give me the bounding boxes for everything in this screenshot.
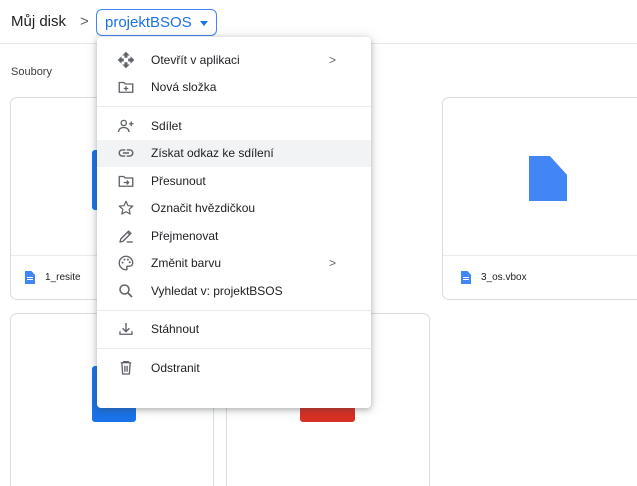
breadcrumb-root[interactable]: Můj disk [11,13,66,30]
menu-item-rename[interactable]: Přejmenovat [97,222,371,250]
menu-item-label: Získat odkaz ke sdílení [151,146,274,161]
chevron-right-icon: > [329,256,337,271]
document-icon [529,156,567,201]
menu-item-search-in[interactable]: Vyhledat v: projektBSOS [97,277,371,305]
menu-item-change-color[interactable]: Změnit barvu > [97,250,371,278]
share-person-icon [117,117,135,135]
menu-item-label: Přejmenovat [151,228,219,243]
open-with-icon [117,51,135,69]
menu-item-open-with[interactable]: Otevřít v aplikaci > [97,46,371,74]
menu-item-new-folder[interactable]: Nová složka [97,74,371,102]
menu-item-label: Odstranit [151,360,200,375]
menu-item-label: Sdílet [151,118,182,133]
trash-icon [117,359,135,377]
move-folder-icon [117,172,135,190]
link-icon [117,144,135,162]
menu-item-delete[interactable]: Odstranit [97,354,371,382]
menu-divider [97,106,371,107]
menu-item-label: Přesunout [151,173,206,188]
menu-divider [97,309,371,311]
menu-item-move[interactable]: Přesunout [97,167,371,195]
file-preview [443,98,637,255]
breadcrumb-current-folder[interactable]: projektBSOS [96,9,217,36]
menu-item-label: Otevřít v aplikaci [151,52,240,67]
file-card-3[interactable]: 3_os.vbox [442,97,637,300]
menu-item-label: Označit hvězdičkou [151,201,256,216]
new-folder-icon [117,78,135,96]
menu-item-get-link[interactable]: Získat odkaz ke sdílení [97,139,371,167]
palette-icon [117,254,135,272]
file-name: 1_resite [45,272,81,283]
breadcrumb-current-label: projektBSOS [105,14,192,31]
star-icon [117,199,135,217]
menu-item-label: Stáhnout [151,322,200,337]
menu-item-share[interactable]: Sdílet [97,112,371,140]
menu-item-download[interactable]: Stáhnout [97,316,371,344]
download-icon [117,320,135,338]
menu-divider [97,348,371,349]
file-name: 3_os.vbox [481,272,527,283]
file-footer: 3_os.vbox [443,255,637,299]
search-icon [117,282,135,300]
menu-item-label: Nová složka [151,80,217,95]
menu-item-star[interactable]: Označit hvězdičkou [97,195,371,223]
caret-down-icon [199,21,208,26]
breadcrumb-separator: > [80,13,89,30]
menu-item-label: Vyhledat v: projektBSOS [151,283,283,298]
section-label-files: Soubory [11,66,52,78]
context-menu: Otevřít v aplikaci > Nová složka Sdílet … [97,37,371,408]
menu-item-label: Změnit barvu [151,256,222,271]
pencil-icon [117,227,135,245]
document-icon [25,271,35,284]
chevron-right-icon: > [329,52,337,67]
document-icon [461,271,471,284]
